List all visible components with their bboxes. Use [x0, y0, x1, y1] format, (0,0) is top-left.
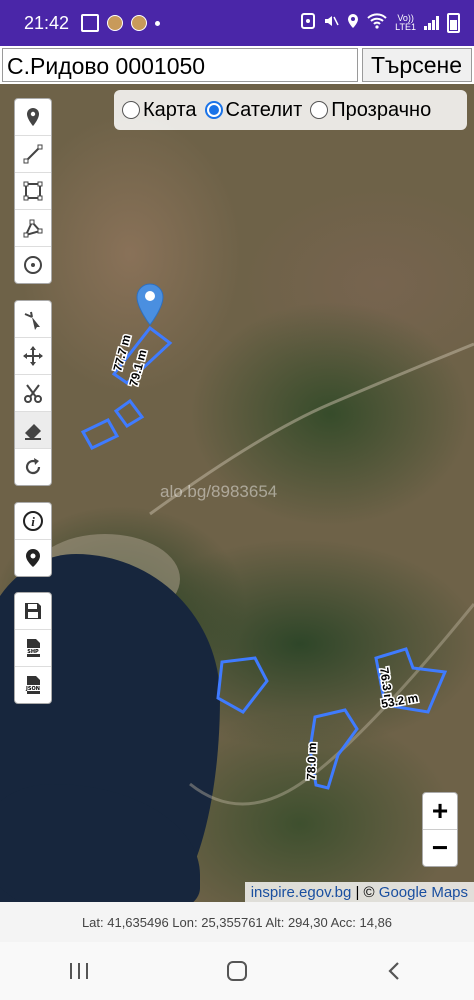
edit-vertices-button[interactable]	[15, 301, 51, 338]
drawn-polygon	[80, 418, 120, 450]
status-time: 21:42	[24, 12, 70, 33]
info-button[interactable]: i	[15, 503, 51, 540]
layer-option-transparent[interactable]: Прозрачно	[310, 99, 431, 122]
locate-pin-icon	[26, 549, 40, 567]
back-button[interactable]	[365, 951, 425, 991]
recent-apps-icon	[70, 963, 88, 979]
edit-toolbar	[14, 300, 52, 486]
home-icon	[227, 961, 247, 981]
draw-circle-button[interactable]	[15, 247, 51, 283]
google-maps-link[interactable]: Google Maps	[379, 884, 468, 901]
svg-text:i: i	[31, 514, 35, 529]
radio-button[interactable]	[122, 101, 140, 119]
zoom-in-button[interactable]: +	[423, 793, 457, 830]
system-nav-bar	[0, 942, 474, 1000]
signal-icon	[424, 16, 439, 30]
polygon-icon	[23, 219, 43, 238]
zoom-control: + −	[422, 792, 458, 867]
map-attribution: inspire.egov.bg | © Google Maps	[244, 882, 474, 902]
cut-button[interactable]	[15, 375, 51, 412]
svg-text:JSON: JSON	[25, 686, 40, 692]
export-json-button[interactable]: JSON	[15, 667, 51, 703]
watermark: alo.bg/8983654	[160, 482, 278, 501]
map-marker-icon	[136, 283, 164, 326]
satellite-map[interactable]: 77.7 m 79.1 m 78.0 m 76.3 m 53.2 m alo.b…	[0, 84, 474, 902]
move-button[interactable]	[15, 338, 51, 375]
save-icon	[25, 603, 41, 619]
status-bar: 21:42 Vo)) LTE1	[0, 0, 474, 46]
move-icon	[23, 346, 43, 366]
coin-icon	[107, 15, 124, 31]
drawn-polygon	[216, 656, 269, 714]
home-button[interactable]	[207, 951, 267, 991]
search-input[interactable]: С.Ридово 0001050	[2, 48, 358, 82]
mute-icon	[323, 13, 339, 33]
layer-switcher: Карта Сателит Прозрачно	[114, 90, 467, 130]
erase-button[interactable]	[15, 412, 51, 449]
layer-option-satellite[interactable]: Сателит	[204, 99, 302, 122]
search-button[interactable]: Търсене	[362, 48, 472, 82]
draw-toolbar	[14, 98, 52, 284]
shp-file-icon: SHP	[25, 639, 41, 657]
image-icon	[81, 14, 100, 32]
inspire-link[interactable]: inspire.egov.bg	[251, 884, 352, 901]
coin-icon	[131, 15, 148, 31]
draw-polygon-button[interactable]	[15, 210, 51, 247]
location-icon	[347, 13, 359, 33]
cut-icon	[24, 384, 42, 403]
radio-button[interactable]	[310, 101, 329, 119]
rotate-button[interactable]	[15, 449, 51, 485]
marker-icon	[27, 108, 39, 126]
radio-button[interactable]	[204, 101, 223, 119]
gps-info: Lat: 41,635496 Lon: 25,355761 Alt: 294,3…	[0, 902, 474, 942]
wifi-icon	[367, 13, 387, 33]
rectangle-icon	[23, 181, 43, 201]
recent-apps-button[interactable]	[49, 951, 109, 991]
eraser-icon	[25, 424, 41, 440]
export-toolbar: SHP JSON	[14, 592, 52, 704]
draw-rectangle-button[interactable]	[15, 173, 51, 210]
export-shp-button[interactable]: SHP	[15, 630, 51, 667]
drawn-polygon	[113, 398, 145, 428]
info-icon: i	[23, 511, 43, 531]
json-file-icon: JSON	[24, 676, 42, 694]
sim-icon	[301, 13, 316, 33]
draw-polyline-button[interactable]	[15, 136, 51, 173]
draw-marker-button[interactable]	[15, 99, 51, 136]
svg-text:SHP: SHP	[27, 649, 39, 655]
polyline-icon	[23, 144, 43, 164]
cursor-edit-icon	[24, 311, 40, 330]
notification-dot-icon	[155, 20, 161, 26]
battery-icon	[447, 13, 460, 33]
zoom-out-button[interactable]: −	[423, 830, 457, 866]
locate-button[interactable]	[15, 540, 51, 576]
info-toolbar: i	[14, 502, 52, 577]
rotate-icon	[25, 458, 41, 475]
circle-icon	[24, 256, 42, 274]
back-icon	[388, 962, 399, 980]
save-button[interactable]	[15, 593, 51, 630]
volte-icon: Vo)) LTE1	[395, 13, 416, 32]
search-row: С.Ридово 0001050 Търсене	[0, 46, 474, 84]
layer-option-map[interactable]: Карта	[122, 99, 197, 122]
measure-label: 78.0 m	[304, 742, 319, 780]
